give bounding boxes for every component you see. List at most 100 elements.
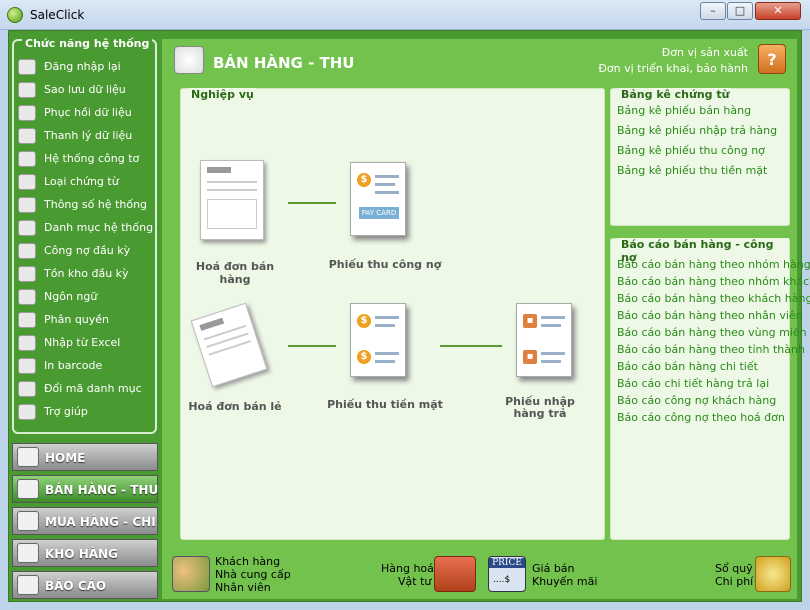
- sidebar-item[interactable]: Sao lưu dữ liệu: [18, 80, 153, 100]
- help-sign-icon: [18, 404, 36, 420]
- money-bag-icon[interactable]: [755, 556, 791, 592]
- sales-report-link[interactable]: Báo cáo bán hàng theo khách hàng: [617, 292, 810, 305]
- price-link[interactable]: Giá bán: [532, 562, 575, 575]
- nav-button[interactable]: BÁN HÀNG - THU: [12, 475, 158, 503]
- boxes-icon[interactable]: [434, 556, 476, 592]
- price-tag-icon[interactable]: PRICE ....$: [488, 556, 526, 592]
- sidebar-item-label: Nhập từ Excel: [44, 336, 121, 349]
- sidebar-item-label: Danh mục hệ thống: [44, 221, 154, 234]
- deployer-link[interactable]: Đơn vị triển khai, bảo hành: [598, 62, 748, 75]
- sales-report-link[interactable]: Báo cáo chi tiết hàng trả lại: [617, 377, 769, 390]
- producer-link[interactable]: Đơn vị sản xuất: [662, 46, 748, 59]
- help-book-icon[interactable]: ?: [758, 44, 786, 74]
- sidebar-item[interactable]: Ngôn ngữ: [18, 287, 153, 307]
- sidebar-item-label: Công nợ đầu kỳ: [44, 244, 131, 257]
- materials-link[interactable]: Vật tư: [398, 575, 431, 588]
- staff-link[interactable]: Nhân viên: [215, 581, 271, 594]
- report-icon: [17, 575, 39, 595]
- sales-header-icon: [174, 46, 204, 74]
- title-bar: SaleClick – □ ✕: [0, 0, 810, 30]
- cash-receipt-icon[interactable]: $ $: [350, 303, 406, 377]
- nav-button[interactable]: HOME: [12, 443, 158, 471]
- cash-receipt-label[interactable]: Phiếu thu tiền mặt: [325, 398, 445, 411]
- suppliers-link[interactable]: Nhà cung cấp: [215, 568, 291, 581]
- sidebar-item-label: Sao lưu dữ liệu: [44, 83, 126, 96]
- catalog-icon: [18, 220, 36, 236]
- voucher-list-link[interactable]: Bảng kê phiếu bán hàng: [617, 104, 751, 117]
- sidebar-item-label: Phục hồi dữ liệu: [44, 106, 132, 119]
- sidebar-item-label: Tồn kho đầu kỳ: [44, 267, 129, 280]
- sidebar-item[interactable]: Thanh lý dữ liệu: [18, 126, 153, 146]
- cashbook-link[interactable]: Sổ quỹ: [715, 562, 753, 575]
- sidebar-item-label: Ngôn ngữ: [44, 290, 98, 303]
- system-functions-panel: Chức năng hệ thống Đăng nhập lại Sao lưu …: [12, 37, 157, 434]
- maximize-button[interactable]: □: [727, 2, 753, 20]
- sales-icon: [17, 479, 39, 499]
- counter-icon: [18, 151, 36, 167]
- sidebar-item[interactable]: Thông số hệ thống: [18, 195, 153, 215]
- retail-invoice-label[interactable]: Hoá đơn bán lẻ: [180, 400, 290, 413]
- sidebar-item-label: In barcode: [44, 359, 103, 372]
- sidebar-item[interactable]: Đăng nhập lại: [18, 57, 153, 77]
- voucher-list-link[interactable]: Bảng kê phiếu thu công nợ: [617, 144, 765, 157]
- cleanup-icon: [18, 128, 36, 144]
- operations-title: Nghiệp vụ: [189, 88, 256, 101]
- sales-report-link[interactable]: Báo cáo bán hàng theo nhóm hàng: [617, 258, 810, 271]
- sidebar-item[interactable]: Tồn kho đầu kỳ: [18, 264, 153, 284]
- home-icon: [17, 447, 39, 467]
- sidebar-item[interactable]: Phân quyền: [18, 310, 153, 330]
- debt-icon: [18, 243, 36, 259]
- sales-report-link[interactable]: Báo cáo bán hàng theo tỉnh thành: [617, 343, 805, 356]
- people-icon[interactable]: [172, 556, 210, 592]
- sales-report-link[interactable]: Báo cáo bán hàng theo nhóm khách: [617, 275, 810, 288]
- warehouse-icon: [17, 543, 39, 563]
- sidebar-item[interactable]: Đổi mã danh mục: [18, 379, 153, 399]
- sales-invoice-icon[interactable]: [200, 160, 264, 240]
- nav-button-label: HOME: [45, 451, 86, 465]
- sales-invoice-label[interactable]: Hoá đơn bán hàng: [180, 260, 290, 286]
- sales-report-link[interactable]: Báo cáo bán hàng theo vùng miền: [617, 326, 807, 339]
- sidebar-item-label: Thông số hệ thống: [44, 198, 148, 211]
- recode-icon: [18, 381, 36, 397]
- sales-report-link[interactable]: Báo cáo bán hàng theo nhân viên: [617, 309, 803, 322]
- backup-icon: [18, 82, 36, 98]
- expense-link[interactable]: Chi phí: [715, 575, 753, 588]
- window-title: SaleClick: [30, 8, 85, 22]
- sales-report-link[interactable]: Báo cáo công nợ khách hàng: [617, 394, 776, 407]
- sales-report-link[interactable]: Báo cáo bán hàng chi tiết: [617, 360, 758, 373]
- nav-button-label: BÁO CÁO: [45, 579, 107, 593]
- customers-link[interactable]: Khách hàng: [215, 555, 280, 568]
- sidebar-item[interactable]: Phục hồi dữ liệu: [18, 103, 153, 123]
- flow-connector: [288, 345, 336, 347]
- sales-report-link[interactable]: Báo cáo công nợ theo hoá đơn: [617, 411, 785, 424]
- sidebar-item[interactable]: Loại chứng từ: [18, 172, 153, 192]
- voucher-list-link[interactable]: Bảng kê phiếu nhập trả hàng: [617, 124, 777, 137]
- app-logo-icon: [7, 7, 23, 23]
- sidebar-item-label: Hệ thống công tơ: [44, 152, 140, 165]
- close-button[interactable]: ✕: [755, 2, 801, 20]
- voucher-list-link[interactable]: Bảng kê phiếu thu tiền mặt: [617, 164, 767, 177]
- sidebar-item[interactable]: Danh mục hệ thống: [18, 218, 153, 238]
- sidebar-item[interactable]: Nhập từ Excel: [18, 333, 153, 353]
- debt-receipt-label[interactable]: Phiếu thu công nợ: [325, 258, 445, 271]
- page-title: BÁN HÀNG - THU: [213, 54, 355, 72]
- debt-receipt-icon[interactable]: $ PAY CARD: [350, 162, 406, 236]
- nav-button[interactable]: MUA HÀNG - CHI: [12, 507, 158, 535]
- sidebar-item-label: Trợ giúp: [44, 405, 88, 418]
- minimize-button[interactable]: –: [700, 2, 726, 20]
- excel-icon: [18, 335, 36, 351]
- sidebar-item[interactable]: In barcode: [18, 356, 153, 376]
- return-receipt-icon[interactable]: ▪ ▪: [516, 303, 572, 377]
- nav-button[interactable]: BÁO CÁO: [12, 571, 158, 599]
- promotion-link[interactable]: Khuyến mãi: [532, 575, 597, 588]
- sidebar-item[interactable]: Công nợ đầu kỳ: [18, 241, 153, 261]
- purchase-icon: [17, 511, 39, 531]
- language-icon: [18, 289, 36, 305]
- goods-link[interactable]: Hàng hoá: [381, 562, 434, 575]
- return-receipt-label[interactable]: Phiếu nhập hàng trả: [488, 396, 592, 420]
- sidebar-item[interactable]: Hệ thống công tơ: [18, 149, 153, 169]
- permission-icon: [18, 312, 36, 328]
- sidebar-item[interactable]: Trợ giúp: [18, 402, 153, 422]
- flow-connector: [440, 345, 502, 347]
- nav-button[interactable]: KHO HÀNG: [12, 539, 158, 567]
